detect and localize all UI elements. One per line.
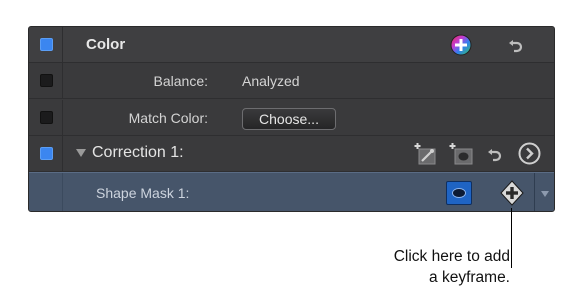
correction-enable-checkbox[interactable] [40, 147, 53, 160]
balance-row: Balance: Analyzed [29, 63, 554, 99]
color-enable-cell [29, 27, 63, 62]
match-color-checkbox[interactable] [40, 111, 53, 124]
menu-divider [534, 173, 535, 211]
shape-mask-view-icon [452, 188, 466, 198]
callout-line-2: a keyframe. [429, 269, 510, 286]
add-color-correction-icon[interactable] [450, 34, 472, 56]
add-shape-mask-icon[interactable] [448, 142, 476, 166]
callout-text: Click here to add a keyframe. [346, 246, 510, 288]
choose-button[interactable]: Choose... [242, 108, 336, 130]
shape-mask-left-cell [29, 173, 63, 211]
color-header-row: Color [29, 27, 554, 63]
shape-mask-row[interactable]: Shape Mask 1: [29, 172, 554, 211]
match-color-enable-cell [29, 100, 63, 135]
shape-mask-label: Shape Mask 1: [96, 185, 190, 201]
inspector-panel: Color Balance: Analyzed Match Color: Cho… [28, 26, 555, 212]
correction-row: Correction 1: [29, 136, 554, 172]
balance-value: Analyzed [242, 73, 300, 89]
shape-mask-view-button[interactable] [446, 181, 472, 205]
color-enable-checkbox[interactable] [40, 38, 53, 51]
correction-title: Correction 1: [92, 144, 184, 161]
disclosure-triangle-icon[interactable] [76, 149, 86, 157]
balance-checkbox[interactable] [40, 74, 53, 87]
keyframe-add-icon[interactable] [500, 180, 524, 206]
dropdown-arrow-icon[interactable] [541, 191, 549, 197]
go-to-board-icon[interactable] [518, 142, 541, 165]
callout-line-1: Click here to add [393, 248, 510, 265]
reset-icon[interactable] [508, 37, 524, 53]
correction-reset-icon[interactable] [487, 146, 503, 162]
add-color-mask-icon[interactable] [413, 142, 439, 166]
match-color-label: Match Color: [128, 110, 208, 126]
color-section-title: Color [86, 36, 126, 53]
callout-leader-line [511, 208, 512, 268]
balance-enable-cell [29, 63, 63, 98]
correction-enable-cell [29, 136, 63, 171]
balance-label: Balance: [153, 73, 208, 89]
